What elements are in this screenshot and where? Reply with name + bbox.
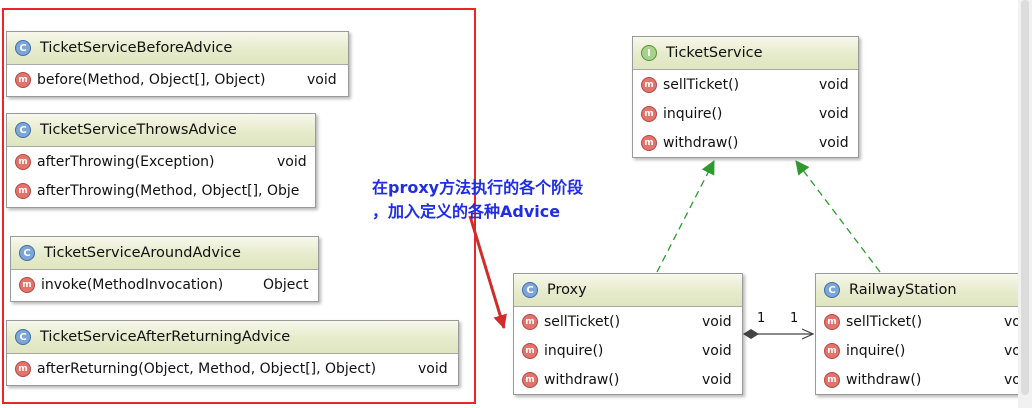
class-ticketservicearoundadvice[interactable]: C TicketServiceAroundAdvice m invoke(Met… (10, 236, 319, 302)
method-signature: sellTicket() (544, 313, 621, 330)
method-icon: m (522, 342, 538, 359)
class-header: C Proxy (514, 274, 742, 307)
method-row[interactable]: m afterThrowing(Method, Object[], Obje (7, 176, 315, 205)
annotation-line-2: ，加入定义的各种Advice (372, 202, 561, 221)
method-signature: before(Method, Object[], Object) (37, 71, 266, 88)
method-signature: inquire() (544, 342, 604, 359)
method-icon: m (522, 313, 538, 330)
method-icon: m (15, 182, 31, 199)
method-icon: m (19, 276, 35, 293)
method-signature: invoke(MethodInvocation) (41, 276, 224, 293)
method-return-type: void (307, 72, 337, 88)
method-row[interactable]: m inquire() void (514, 336, 742, 365)
class-proxy[interactable]: C Proxy m sellTicket() void m inquire() … (513, 273, 743, 395)
method-signature: afterThrowing(Exception) (37, 153, 215, 170)
method-row[interactable]: m sellTicket() vo (816, 307, 1032, 336)
class-header: C TicketServiceBeforeAdvice (7, 32, 348, 65)
method-return-type: void (819, 77, 849, 93)
class-header: C TicketServiceThrowsAdvice (7, 114, 315, 147)
method-signature: withdraw() (544, 371, 620, 388)
method-icon: m (824, 313, 840, 330)
class-name: TicketServiceAfterReturningAdvice (40, 329, 291, 345)
class-icon: C (824, 282, 840, 298)
class-name: TicketServiceAroundAdvice (44, 245, 241, 261)
method-icon: m (641, 134, 657, 151)
method-row[interactable]: m withdraw() void (514, 365, 742, 394)
class-icon: C (19, 245, 35, 261)
method-icon: m (824, 342, 840, 359)
interface-icon: I (641, 45, 657, 61)
composition-diamond (743, 329, 759, 339)
class-ticketserviceafterreturningadvice[interactable]: C TicketServiceAfterReturningAdvice m af… (6, 320, 459, 386)
class-name: TicketServiceThrowsAdvice (40, 122, 237, 138)
method-row[interactable]: m sellTicket() void (633, 70, 858, 99)
method-return-type: void (702, 372, 732, 388)
class-header: C RailwayStation (816, 274, 1032, 307)
interface-name: TicketService (666, 45, 763, 61)
uml-class-diagram: 1 1 C TicketServiceBeforeAdvice m before… (0, 0, 1032, 408)
class-ticketservicethrowsadvice[interactable]: C TicketServiceThrowsAdvice m afterThrow… (6, 113, 316, 208)
method-row[interactable]: m afterReturning(Object, Method, Object[… (7, 354, 458, 383)
class-ticketservicebeforeadvice[interactable]: C TicketServiceBeforeAdvice m before(Met… (6, 31, 349, 97)
interface-ticketservice[interactable]: I TicketService m sellTicket() void m in… (632, 36, 859, 158)
source-multiplicity: 1 (757, 311, 766, 326)
method-return-type: void (277, 154, 307, 170)
realization-railway (795, 160, 881, 273)
method-row[interactable]: m inquire() vo (816, 336, 1032, 365)
class-icon: C (15, 122, 31, 138)
method-return-type: void (819, 106, 849, 122)
method-signature: withdraw() (846, 371, 922, 388)
method-signature: sellTicket() (663, 76, 740, 93)
method-row[interactable]: m afterThrowing(Exception) void (7, 147, 315, 176)
class-name: Proxy (547, 282, 587, 298)
method-signature: inquire() (846, 342, 906, 359)
method-row[interactable]: m sellTicket() void (514, 307, 742, 336)
target-multiplicity: 1 (790, 311, 799, 326)
method-row[interactable]: m withdraw() void (633, 128, 858, 157)
class-icon: C (15, 40, 31, 56)
annotation-line-1: 在proxy方法执行的各个阶段 (372, 178, 584, 197)
class-railwaystation[interactable]: C RailwayStation m sellTicket() vo m inq… (815, 273, 1032, 395)
method-icon: m (15, 71, 31, 88)
method-icon: m (824, 371, 840, 388)
method-signature: afterReturning(Object, Method, Object[],… (37, 360, 377, 377)
class-name: RailwayStation (849, 282, 957, 298)
annotation-arrow (468, 215, 507, 329)
method-row[interactable]: m inquire() void (633, 99, 858, 128)
method-row[interactable]: m before(Method, Object[], Object) void (7, 65, 348, 94)
annotation-note: 在proxy方法执行的各个阶段 ，加入定义的各种Advice (372, 176, 583, 224)
method-icon: m (15, 360, 31, 377)
method-icon: m (522, 371, 538, 388)
class-header: C TicketServiceAfterReturningAdvice (7, 321, 458, 354)
method-return-type: void (702, 314, 732, 330)
interface-header: I TicketService (633, 37, 858, 70)
method-icon: m (641, 76, 657, 93)
method-return-type: Object (263, 277, 309, 293)
class-header: C TicketServiceAroundAdvice (11, 237, 318, 270)
method-signature: withdraw() (663, 134, 739, 151)
method-return-type: void (819, 135, 849, 151)
method-row[interactable]: m withdraw() vo (816, 365, 1032, 394)
method-signature: sellTicket() (846, 313, 923, 330)
class-icon: C (15, 329, 31, 345)
method-row[interactable]: m invoke(MethodInvocation) Object (11, 270, 318, 299)
class-name: TicketServiceBeforeAdvice (40, 40, 233, 56)
realization-proxy (656, 160, 715, 273)
class-icon: C (522, 282, 538, 298)
method-icon: m (15, 153, 31, 170)
method-return-type: void (418, 361, 448, 377)
scrollbar-thumb[interactable] (1021, 0, 1029, 395)
method-signature: afterThrowing(Method, Object[], Obje (37, 182, 300, 199)
method-signature: inquire() (663, 105, 723, 122)
method-return-type: void (702, 343, 732, 359)
method-icon: m (641, 105, 657, 122)
vertical-scrollbar[interactable] (1018, 0, 1032, 408)
